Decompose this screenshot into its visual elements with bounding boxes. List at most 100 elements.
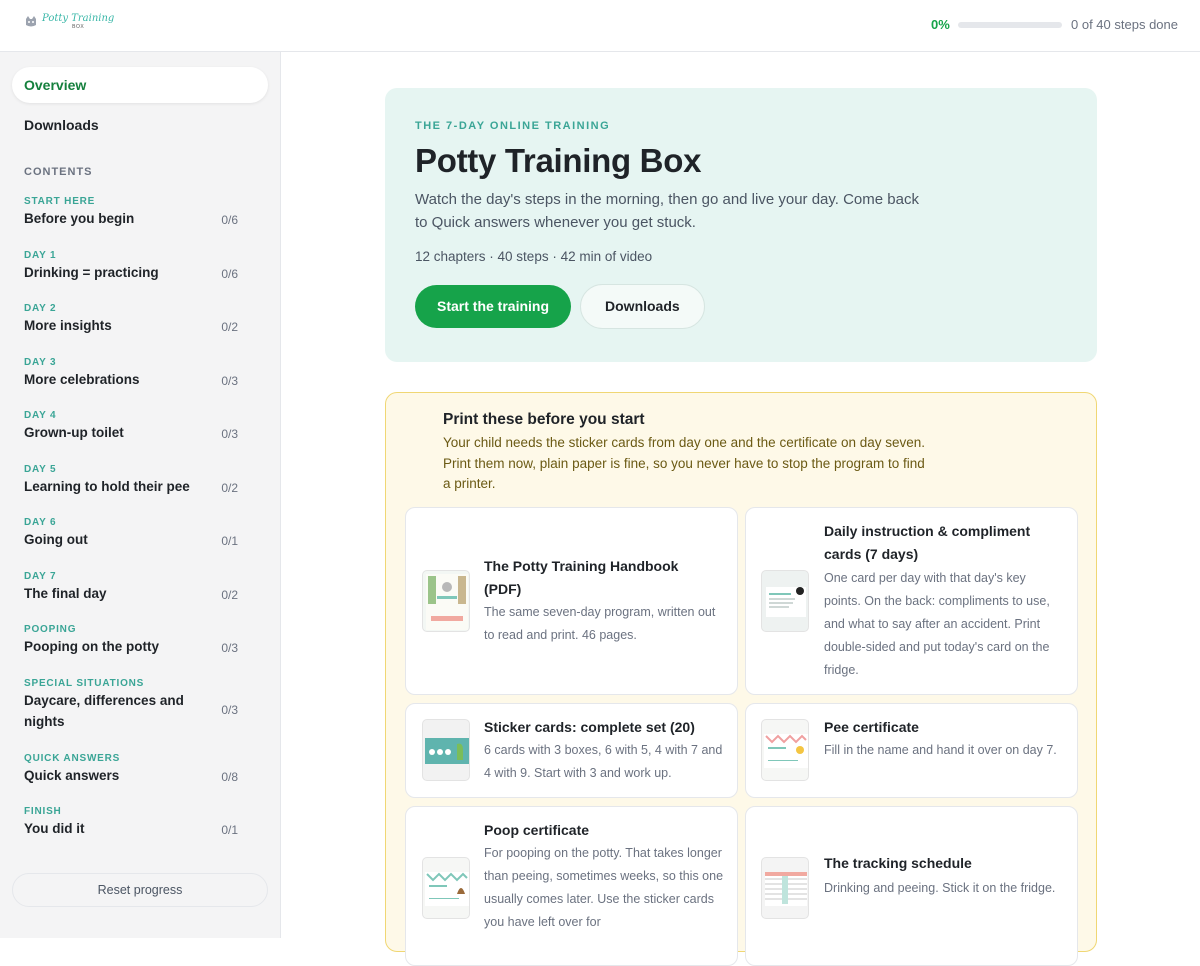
toc-item-day-2[interactable]: DAY 2 More insights 0/2 [24, 303, 238, 357]
toc-title: More insights [24, 318, 112, 333]
card-description: For pooping on the potty. That takes lon… [484, 846, 724, 929]
print-notice-title: Print these before you start [443, 411, 645, 428]
card-description: Fill in the name and hand it over on day… [824, 743, 1057, 757]
toc-title: Quick answers [24, 767, 120, 783]
downloads-button[interactable]: Downloads [580, 284, 705, 329]
toc-count: 0/3 [221, 641, 238, 655]
print-notice-description: Your child needs the sticker cards from … [443, 435, 926, 491]
card-title: Poop certificate [484, 822, 590, 838]
print-notice-panel: Print these before you start Your child … [385, 392, 1097, 966]
hero-description: Watch the day's steps in the morning, th… [415, 191, 919, 231]
course-meta: 12 chapters · 40 steps · 42 min of video [415, 249, 653, 264]
toc-count: 0/6 [221, 266, 238, 281]
logo-subtitle: BOX [72, 24, 85, 30]
toc-count: 0/3 [221, 702, 238, 717]
pee-certificate-thumbnail [761, 719, 809, 781]
progress-percent: 0% [931, 17, 950, 32]
toc-item-special-situations[interactable]: SPECIAL SITUATIONS Daycare, differences … [24, 678, 238, 753]
logo[interactable]: Potty Training BOX [24, 14, 114, 30]
progress-indicator: 0% 0 of 40 steps done [931, 17, 1178, 32]
progress-bar [958, 21, 1063, 28]
sticker-cards-thumbnail [422, 719, 470, 781]
toc-count: 0/1 [221, 534, 238, 548]
nav-overview[interactable]: Overview [12, 67, 268, 103]
toc-count: 0/2 [221, 320, 238, 334]
download-card-handbook[interactable]: The Potty Training Handbook (PDF) The sa… [405, 507, 738, 695]
top-bar: Potty Training BOX 0% 0 of 40 steps done [0, 0, 1200, 52]
toc-kicker: FINISH [24, 806, 62, 817]
handbook-cover-icon [426, 574, 468, 630]
card-title: Sticker cards: complete set (20) [484, 719, 695, 735]
hero-actions: Start the training Downloads [415, 284, 1067, 329]
card-description: One card per day with that day's key poi… [824, 571, 1050, 677]
toc-title: Before you begin [24, 211, 135, 226]
hero-panel: THE 7-DAY ONLINE TRAINING Potty Training… [385, 88, 1097, 362]
nav-downloads[interactable]: Downloads [24, 117, 99, 133]
cat-logo-icon [26, 16, 36, 27]
toc-item-day-5[interactable]: DAY 5 Learning to hold their pee 0/2 [24, 464, 238, 518]
tracking-schedule-preview-icon [765, 872, 807, 906]
toc-kicker: DAY 6 [24, 517, 57, 528]
toc-item-day-6[interactable]: DAY 6 Going out 0/1 [24, 517, 238, 571]
toc-item-start-here[interactable]: START HERE Before you begin 0/6 [24, 196, 238, 250]
logo-wordmark: Potty Training [42, 13, 115, 24]
download-card-sticker-cards[interactable]: Sticker cards: complete set (20) 6 cards… [405, 703, 738, 798]
toc-kicker: DAY 4 [24, 410, 57, 421]
toc-kicker: DAY 7 [24, 570, 57, 582]
toc-title: The final day [24, 585, 107, 601]
download-card-tracking-schedule[interactable]: The tracking schedule Drinking and peein… [745, 806, 1078, 966]
card-title: Pee certificate [824, 719, 919, 735]
sticker-card-preview-icon [425, 738, 469, 764]
download-card-pee-certificate[interactable]: Pee certificate Fill in the name and han… [745, 703, 1078, 798]
pee-certificate-preview-icon [764, 734, 808, 768]
sidebar: Overview Downloads CONTENTS START HERE B… [0, 52, 281, 938]
toc-title: Learning to hold their pee [24, 478, 190, 494]
daily-card-preview-icon [766, 587, 806, 617]
toc-item-day-1[interactable]: DAY 1 Drinking = practicing 0/6 [24, 250, 238, 304]
toc-kicker: SPECIAL SITUATIONS [24, 677, 145, 689]
toc-count: 0/2 [221, 480, 238, 495]
toc-title: Daycare, differences and nights [24, 692, 184, 729]
card-title: The tracking schedule [824, 855, 972, 871]
download-card-daily-cards[interactable]: Daily instruction & compliment cards (7 … [745, 507, 1078, 695]
toc-count: 0/3 [221, 373, 238, 388]
toc-item-quick-answers[interactable]: QUICK ANSWERS Quick answers 0/8 [24, 753, 238, 807]
card-description: The same seven-day program, written out … [484, 605, 716, 642]
toc-item-day-3[interactable]: DAY 3 More celebrations 0/3 [24, 357, 238, 411]
toc-item-pooping[interactable]: POOPING Pooping on the potty 0/3 [24, 624, 238, 678]
card-title: The Potty Training Handbook (PDF) [484, 558, 679, 597]
progress-count: 0 of 40 steps done [1071, 17, 1178, 32]
poop-certificate-preview-icon [425, 872, 469, 906]
toc-kicker: START HERE [24, 196, 96, 207]
toc-item-day-4[interactable]: DAY 4 Grown-up toilet 0/3 [24, 410, 238, 464]
toc-kicker: DAY 1 [24, 249, 57, 261]
toc-kicker: DAY 5 [24, 463, 57, 475]
toc-title: Going out [24, 532, 88, 547]
toc-kicker: QUICK ANSWERS [24, 752, 121, 764]
toc-count: 0/6 [221, 213, 238, 227]
toc-title: Grown-up toilet [24, 425, 124, 440]
toc-title: More celebrations [24, 371, 140, 387]
card-description: 6 cards with 3 boxes, 6 with 5, 4 with 7… [484, 743, 723, 780]
toc-count: 0/2 [221, 587, 238, 602]
toc-kicker: DAY 2 [24, 303, 57, 314]
toc-item-day-7[interactable]: DAY 7 The final day 0/2 [24, 571, 238, 625]
toc-item-finish[interactable]: FINISH You did it 0/1 [24, 806, 238, 860]
card-title: Daily instruction & compliment cards (7 … [824, 523, 1031, 562]
toc-count: 0/8 [221, 769, 238, 784]
daily-cards-thumbnail [761, 570, 809, 632]
hero-kicker: THE 7-DAY ONLINE TRAINING [415, 120, 611, 132]
toc-count: 0/3 [221, 427, 238, 441]
download-card-poop-certificate[interactable]: Poop certificate For pooping on the pott… [405, 806, 738, 966]
card-description: Drinking and peeing. Stick it on the fri… [824, 881, 1056, 895]
toc-title: Drinking = practicing [24, 264, 159, 280]
toc-title: Pooping on the potty [24, 639, 159, 654]
reset-progress-button[interactable]: Reset progress [12, 873, 268, 907]
handbook-thumbnail [422, 570, 470, 632]
contents-heading: CONTENTS [24, 166, 93, 178]
start-training-button[interactable]: Start the training [415, 285, 572, 328]
poop-certificate-thumbnail [422, 857, 470, 919]
toc-kicker: POOPING [24, 624, 77, 635]
page-title: Potty Training Box [415, 142, 702, 179]
table-of-contents: START HERE Before you begin 0/6 DAY 1 Dr… [24, 196, 238, 860]
